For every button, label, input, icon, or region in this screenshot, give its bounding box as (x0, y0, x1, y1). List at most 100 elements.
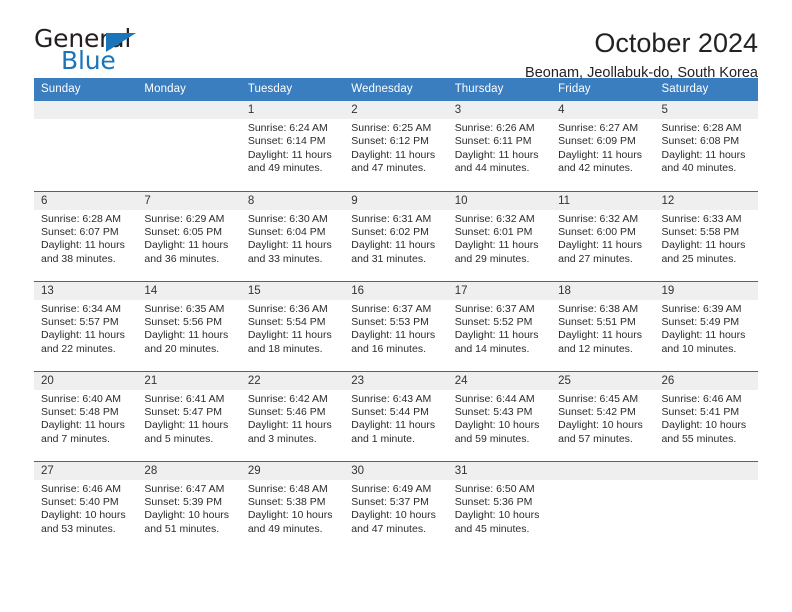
daylight-text-line2: and 47 minutes. (351, 522, 426, 535)
calendar-day-cell[interactable]: 20 Sunrise: 6:40 AM Sunset: 5:48 PM Dayligh… (34, 370, 138, 461)
day-sun-info: Sunrise: 6:49 AM Sunset: 5:37 PM Daylight:… (344, 480, 447, 537)
daylight-text-line1: Daylight: 11 hours (454, 329, 539, 342)
sunrise-text: Sunrise: 6:32 AM (454, 212, 535, 225)
day-sun-info: Sunrise: 6:39 AM Sunset: 5:49 PM Daylight:… (655, 300, 758, 357)
calendar-day-cell[interactable]: 15 Sunrise: 6:36 AM Sunset: 5:54 PM Dayligh… (240, 280, 345, 371)
calendar-day-cell[interactable]: 4 Sunrise: 6:27 AM Sunset: 6:09 PM Daylight… (551, 101, 655, 191)
calendar-day-cell[interactable]: 6 Sunrise: 6:28 AM Sunset: 6:07 PM Daylight… (34, 190, 138, 281)
sunset-text: Sunset: 5:54 PM (247, 315, 326, 328)
sunset-text: Sunset: 5:47 PM (144, 405, 223, 418)
day-number: 23 (344, 371, 448, 390)
sunset-text: Sunset: 5:39 PM (144, 495, 223, 508)
calendar-day-cell[interactable]: 29 Sunrise: 6:48 AM Sunset: 5:38 PM Dayligh… (240, 460, 345, 551)
sunrise-text: Sunrise: 6:34 AM (41, 302, 121, 315)
calendar-day-cell[interactable]: 9 Sunrise: 6:31 AM Sunset: 6:02 PM Daylight… (344, 190, 448, 281)
day-number: 27 (34, 461, 138, 480)
calendar-day-cell[interactable]: 1 Sunrise: 6:24 AM Sunset: 6:14 PM Daylight… (240, 101, 345, 191)
sunrise-text: Sunrise: 6:50 AM (454, 482, 535, 495)
day-sun-info: Sunrise: 6:46 AM Sunset: 5:41 PM Daylight:… (655, 390, 758, 447)
calendar-day-cell[interactable]: 24 Sunrise: 6:44 AM Sunset: 5:43 PM Dayligh… (447, 370, 552, 461)
day-number: 9 (344, 191, 448, 210)
sunset-text: Sunset: 5:37 PM (351, 495, 429, 508)
sunrise-text: Sunrise: 6:37 AM (454, 302, 535, 315)
day-sun-info: Sunrise: 6:40 AM Sunset: 5:48 PM Daylight:… (34, 390, 137, 447)
daylight-text-line1: Daylight: 11 hours (247, 419, 332, 432)
day-number (551, 461, 655, 480)
daylight-text-line1: Daylight: 11 hours (454, 148, 539, 161)
calendar-day-cell[interactable]: 16 Sunrise: 6:37 AM Sunset: 5:53 PM Dayligh… (344, 280, 448, 371)
day-number: 18 (551, 281, 655, 300)
day-sun-info: Sunrise: 6:42 AM Sunset: 5:46 PM Daylight:… (241, 390, 344, 447)
daylight-text-line2: and 10 minutes. (661, 342, 737, 355)
sunset-text: Sunset: 5:40 PM (41, 495, 119, 508)
sunset-text: Sunset: 5:41 PM (661, 405, 740, 418)
daylight-text-line2: and 53 minutes. (41, 522, 116, 535)
sunrise-text: Sunrise: 6:32 AM (558, 212, 639, 225)
daylight-text-line2: and 5 minutes. (144, 432, 214, 445)
daylight-text-line1: Daylight: 10 hours (351, 509, 436, 522)
sunset-text: Sunset: 5:49 PM (661, 315, 740, 328)
calendar-day-cell[interactable]: 10 Sunrise: 6:32 AM Sunset: 6:01 PM Dayligh… (447, 190, 552, 281)
calendar-week-row: 6 Sunrise: 6:28 AM Sunset: 6:07 PM Daylight… (34, 190, 758, 281)
calendar-day-cell[interactable]: 2 Sunrise: 6:25 AM Sunset: 6:12 PM Daylight… (344, 101, 448, 191)
sunrise-text: Sunrise: 6:30 AM (247, 212, 328, 225)
daylight-text-line1: Daylight: 11 hours (144, 419, 229, 432)
calendar-day-cell[interactable]: 31 Sunrise: 6:50 AM Sunset: 5:36 PM Dayligh… (447, 460, 552, 551)
day-sun-info: Sunrise: 6:32 AM Sunset: 6:00 PM Daylight:… (551, 210, 654, 267)
calendar-day-cell[interactable]: 14 Sunrise: 6:35 AM Sunset: 5:56 PM Dayligh… (137, 280, 241, 371)
general-blue-logo[interactable]: General Blue (34, 26, 154, 78)
calendar-day-cell[interactable]: 27 Sunrise: 6:46 AM Sunset: 5:40 PM Dayligh… (34, 460, 138, 551)
day-sun-info: Sunrise: 6:48 AM Sunset: 5:38 PM Daylight:… (241, 480, 344, 537)
sunset-text: Sunset: 6:14 PM (247, 135, 326, 148)
sunrise-text: Sunrise: 6:45 AM (558, 392, 639, 405)
sunrise-text: Sunrise: 6:42 AM (247, 392, 328, 405)
day-sun-info: Sunrise: 6:25 AM Sunset: 6:12 PM Daylight:… (344, 119, 447, 176)
daylight-text-line1: Daylight: 11 hours (661, 329, 746, 342)
calendar-cell-empty (137, 101, 241, 191)
day-number: 26 (654, 371, 758, 390)
sunrise-text: Sunrise: 6:35 AM (144, 302, 225, 315)
sunset-text: Sunset: 5:36 PM (454, 495, 533, 508)
day-number: 30 (344, 461, 448, 480)
daylight-text-line1: Daylight: 11 hours (247, 239, 332, 252)
calendar-day-cell[interactable]: 30 Sunrise: 6:49 AM Sunset: 5:37 PM Dayligh… (344, 460, 448, 551)
location-subtitle: Beonam, Jeollabuk-do, South Korea (525, 65, 758, 82)
day-number: 7 (137, 191, 241, 210)
calendar-day-cell[interactable]: 18 Sunrise: 6:38 AM Sunset: 5:51 PM Dayligh… (551, 280, 655, 371)
calendar-day-cell[interactable]: 3 Sunrise: 6:26 AM Sunset: 6:11 PM Daylight… (447, 101, 552, 191)
calendar-day-cell[interactable]: 11 Sunrise: 6:32 AM Sunset: 6:00 PM Dayligh… (551, 190, 655, 281)
day-sun-info: Sunrise: 6:24 AM Sunset: 6:14 PM Daylight:… (241, 119, 344, 176)
day-sun-info: Sunrise: 6:32 AM Sunset: 6:01 PM Daylight:… (448, 210, 551, 267)
sunrise-text: Sunrise: 6:47 AM (144, 482, 225, 495)
daylight-text-line1: Daylight: 11 hours (144, 329, 229, 342)
calendar-day-cell[interactable]: 12 Sunrise: 6:33 AM Sunset: 5:58 PM Dayligh… (654, 190, 758, 281)
calendar-day-cell[interactable]: 23 Sunrise: 6:43 AM Sunset: 5:44 PM Dayligh… (344, 370, 448, 461)
calendar-body: 1 Sunrise: 6:24 AM Sunset: 6:14 PM Daylight… (34, 101, 758, 551)
day-sun-info: Sunrise: 6:37 AM Sunset: 5:53 PM Daylight:… (344, 300, 447, 357)
daylight-text-line2: and 29 minutes. (454, 252, 530, 265)
calendar-day-cell[interactable]: 5 Sunrise: 6:28 AM Sunset: 6:08 PM Daylight… (654, 101, 758, 191)
calendar-day-cell[interactable]: 13 Sunrise: 6:34 AM Sunset: 5:57 PM Dayligh… (34, 280, 138, 371)
daylight-text-line1: Daylight: 11 hours (661, 239, 746, 252)
calendar-day-cell[interactable]: 17 Sunrise: 6:37 AM Sunset: 5:52 PM Dayligh… (447, 280, 552, 371)
day-number: 11 (551, 191, 655, 210)
sunrise-text: Sunrise: 6:28 AM (41, 212, 121, 225)
calendar-day-cell[interactable]: 28 Sunrise: 6:47 AM Sunset: 5:39 PM Dayligh… (137, 460, 241, 551)
day-number: 15 (240, 281, 345, 300)
sunrise-text: Sunrise: 6:24 AM (247, 122, 328, 134)
calendar-day-cell[interactable]: 26 Sunrise: 6:46 AM Sunset: 5:41 PM Dayligh… (654, 370, 758, 461)
daylight-text-line2: and 45 minutes. (454, 522, 530, 535)
sunset-text: Sunset: 5:58 PM (661, 225, 740, 238)
daylight-text-line1: Daylight: 11 hours (351, 239, 436, 252)
calendar-day-cell[interactable]: 25 Sunrise: 6:45 AM Sunset: 5:42 PM Dayligh… (551, 370, 655, 461)
daylight-text-line2: and 57 minutes. (558, 432, 633, 445)
calendar-day-cell[interactable]: 8 Sunrise: 6:30 AM Sunset: 6:04 PM Daylight… (240, 190, 345, 281)
daylight-text-line1: Daylight: 11 hours (454, 239, 539, 252)
calendar-day-cell[interactable]: 21 Sunrise: 6:41 AM Sunset: 5:47 PM Dayligh… (137, 370, 241, 461)
day-number: 3 (447, 101, 552, 119)
sunrise-text: Sunrise: 6:38 AM (558, 302, 639, 315)
calendar-day-cell[interactable]: 22 Sunrise: 6:42 AM Sunset: 5:46 PM Dayligh… (240, 370, 345, 461)
calendar-day-cell[interactable]: 19 Sunrise: 6:39 AM Sunset: 5:49 PM Dayligh… (654, 280, 758, 371)
daylight-text-line1: Daylight: 11 hours (144, 239, 229, 252)
calendar-day-cell[interactable]: 7 Sunrise: 6:29 AM Sunset: 6:05 PM Daylight… (137, 190, 241, 281)
